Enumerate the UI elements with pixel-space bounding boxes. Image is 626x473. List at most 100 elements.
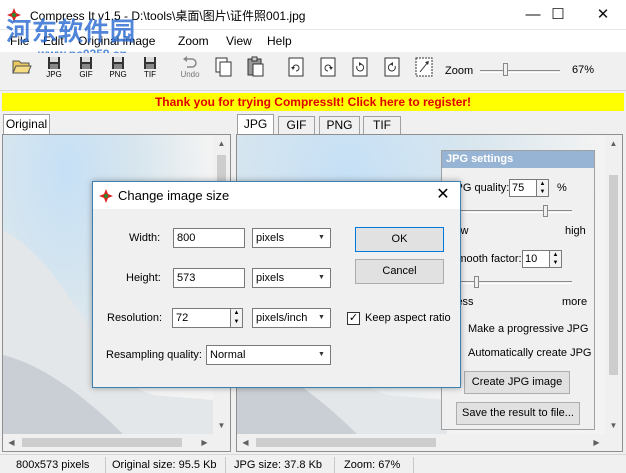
scroll-right-arrow[interactable]: ▶	[588, 434, 605, 451]
rotate-left-icon	[288, 57, 304, 77]
scroll-up-arrow[interactable]: ▲	[605, 135, 622, 152]
rotate-cw-icon	[384, 57, 400, 77]
jpg-vertical-scrollbar[interactable]: ▲ ▼	[605, 135, 622, 434]
dialog-close-button[interactable]: ✕	[430, 184, 456, 206]
save-jpg-label: JPG	[46, 70, 62, 79]
menu-view[interactable]: View	[226, 34, 252, 48]
scroll-right-arrow[interactable]: ▶	[196, 434, 213, 451]
save-png-button[interactable]: PNG	[103, 56, 133, 88]
paste-button[interactable]	[241, 56, 271, 88]
height-unit-value: pixels	[256, 272, 285, 284]
chevron-down-icon: ▼	[318, 314, 325, 321]
undo-icon	[183, 56, 197, 68]
original-horizontal-scrollbar[interactable]: ◀ ▶	[3, 434, 213, 451]
open-button[interactable]	[7, 56, 37, 88]
tab-original[interactable]: Original	[3, 114, 50, 134]
chevron-down-icon: ▼	[318, 234, 325, 241]
jpg-horizontal-scrollbar[interactable]: ◀ ▶	[237, 434, 605, 451]
smooth-factor-input[interactable]: 10	[522, 250, 550, 268]
open-folder-icon	[12, 60, 32, 74]
resolution-input[interactable]: 72	[172, 308, 232, 328]
register-banner[interactable]: Thank you for trying CompressIt! Click h…	[2, 93, 624, 111]
tab-gif[interactable]: GIF	[278, 116, 315, 134]
status-zoom: Zoom: 67%	[340, 457, 414, 473]
rotate-right-button[interactable]	[313, 56, 343, 88]
toolbar: JPG GIF PNG TIF Undo Zoom 67%	[0, 53, 626, 91]
jpg-settings-panel: JPG settings JPG quality: 75 ▲▼ % low hi…	[441, 150, 595, 430]
rotate-left-button[interactable]	[281, 56, 311, 88]
scroll-up-arrow[interactable]: ▲	[213, 135, 230, 152]
rotate-right-icon	[320, 57, 336, 77]
scroll-thumb[interactable]	[256, 438, 436, 447]
tab-jpg[interactable]: JPG	[237, 114, 274, 134]
rotate-cw-button[interactable]	[377, 56, 407, 88]
rotate-ccw-button[interactable]	[345, 56, 375, 88]
width-label: Width:	[129, 232, 161, 244]
save-jpg-button[interactable]: JPG	[39, 56, 69, 88]
watermark-text: 河东软件园	[6, 17, 137, 46]
tab-tif[interactable]: TIF	[363, 116, 401, 134]
progressive-jpg-option[interactable]: Make a progressive JPG	[468, 323, 588, 335]
keep-aspect-label: Keep aspect ratio	[365, 312, 451, 324]
scroll-down-arrow[interactable]: ▼	[213, 417, 230, 434]
resolution-unit-select[interactable]: pixels/inch ▼	[252, 308, 331, 328]
status-dimensions: 800x573 pixels	[12, 457, 106, 473]
resolution-unit-value: pixels/inch	[256, 312, 308, 324]
height-label: Height:	[126, 272, 161, 284]
close-button[interactable]: ✕	[580, 0, 626, 30]
floppy-icon	[80, 57, 92, 69]
status-original-size: Original size: 95.5 Kb	[108, 457, 226, 473]
maximize-button[interactable]: ☐	[535, 0, 581, 30]
save-gif-button[interactable]: GIF	[71, 56, 101, 88]
tab-png[interactable]: PNG	[319, 116, 360, 134]
auto-create-jpg-option[interactable]: Automatically create JPG	[468, 347, 592, 359]
smooth-factor-spinner[interactable]: ▲ ▼	[549, 250, 562, 268]
copy-button[interactable]	[209, 56, 239, 88]
jpg-quality-unit: %	[557, 182, 567, 194]
resolution-label: Resolution:	[107, 312, 163, 324]
cancel-button[interactable]: Cancel	[355, 259, 444, 284]
smooth-more-label: more	[562, 296, 588, 308]
height-input[interactable]: 573	[173, 268, 245, 288]
quality-slider-thumb[interactable]	[543, 205, 548, 217]
jpg-quality-spinner[interactable]: ▲ ▼	[536, 179, 549, 197]
copy-icon	[215, 57, 232, 77]
create-jpg-button[interactable]: Create JPG image	[464, 371, 570, 394]
save-result-button[interactable]: Save the result to file...	[456, 402, 580, 425]
zoom-slider-thumb[interactable]	[503, 63, 508, 76]
scroll-left-arrow[interactable]: ◀	[237, 434, 254, 451]
ok-button[interactable]: OK	[355, 227, 444, 252]
zoom-label: Zoom	[445, 65, 474, 77]
save-png-label: PNG	[109, 70, 127, 79]
resolution-spinner[interactable]: ▲ ▼	[230, 308, 243, 328]
smooth-slider-thumb[interactable]	[474, 276, 479, 288]
rotate-ccw-icon	[352, 57, 368, 77]
save-tif-button[interactable]: TIF	[135, 56, 165, 88]
save-gif-label: GIF	[79, 70, 93, 79]
dialog-title-bar: Change image size ✕	[93, 182, 460, 209]
quality-slider-track[interactable]	[456, 210, 572, 213]
undo-button[interactable]: Undo	[175, 56, 205, 88]
status-jpg-size: JPG size: 37.8 Kb	[230, 457, 335, 473]
zoom-slider-track[interactable]	[480, 70, 560, 73]
chevron-down-icon: ▼	[318, 274, 325, 281]
scroll-left-arrow[interactable]: ◀	[3, 434, 20, 451]
resampling-select[interactable]: Normal ▼	[206, 345, 331, 365]
app-icon	[99, 189, 113, 203]
resize-button[interactable]	[409, 56, 439, 88]
scroll-thumb[interactable]	[609, 175, 618, 375]
save-tif-label: TIF	[144, 70, 156, 79]
paste-icon	[247, 56, 264, 77]
scroll-down-arrow[interactable]: ▼	[605, 417, 622, 434]
width-unit-select[interactable]: pixels ▼	[252, 228, 331, 248]
width-input[interactable]: 800	[173, 228, 245, 248]
zoom-value: 67%	[572, 64, 595, 76]
menu-zoom[interactable]: Zoom	[178, 34, 209, 48]
height-unit-select[interactable]: pixels ▼	[252, 268, 331, 288]
scroll-thumb[interactable]	[22, 438, 182, 447]
menu-help[interactable]: Help	[267, 34, 292, 48]
dialog-title: Change image size	[118, 188, 230, 203]
keep-aspect-checkbox[interactable]: ✓	[347, 312, 360, 325]
jpg-quality-input[interactable]: 75	[509, 179, 537, 197]
status-bar: 800x573 pixels Original size: 95.5 Kb JP…	[0, 454, 626, 473]
